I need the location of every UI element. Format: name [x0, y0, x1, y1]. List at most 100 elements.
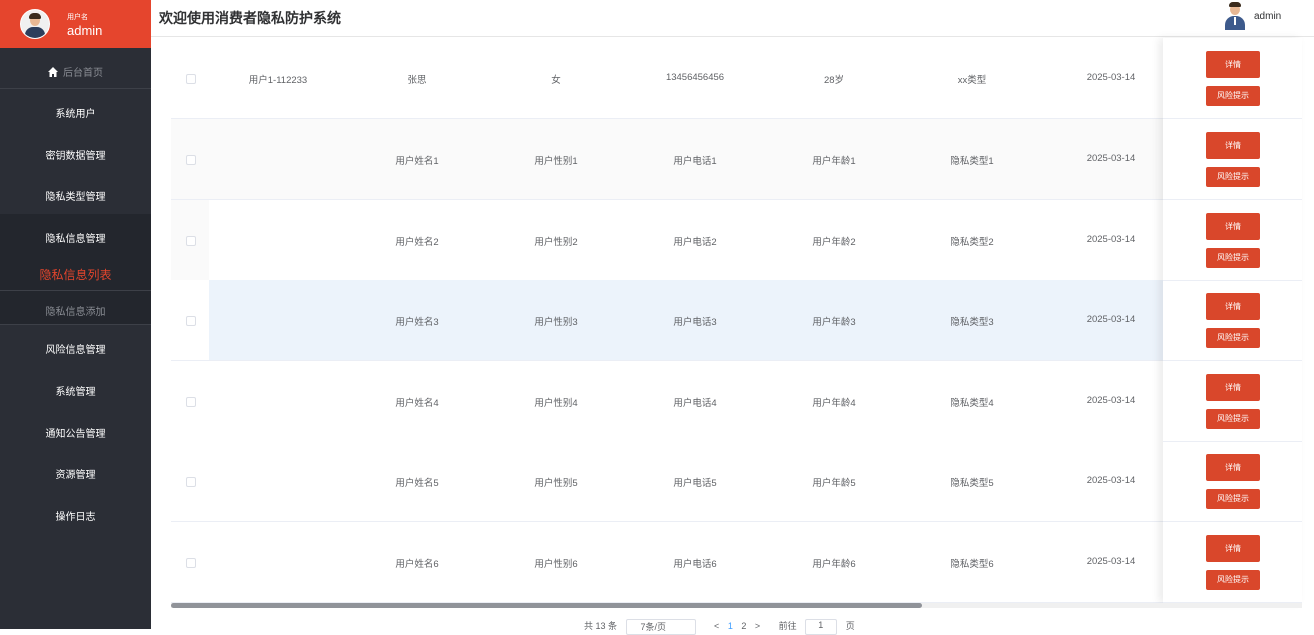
goto-label: 前往: [778, 621, 797, 632]
operations-cell: 详情 风险提示: [1163, 280, 1302, 361]
cell-age: 用户年龄2: [812, 237, 856, 248]
cell-gender: 用户性别4: [534, 398, 578, 409]
detail-button[interactable]: 详情: [1206, 454, 1260, 481]
table-row[interactable]: 用户姓名2 用户性别2 用户电话2 用户年龄2 隐私类型2 2025-03-14: [171, 200, 1302, 281]
operations-cell: 详情 风险提示: [1163, 361, 1302, 442]
sidebar-item-key-data[interactable]: 密钥数据管理: [0, 147, 151, 162]
detail-button[interactable]: 详情: [1206, 293, 1260, 320]
cell-type: 隐私类型6: [950, 559, 994, 570]
horizontal-scrollbar[interactable]: [171, 603, 1302, 608]
cell-type: 隐私类型2: [950, 237, 994, 248]
sidebar-item-notices[interactable]: 通知公告管理: [0, 425, 151, 440]
sidebar-item-operation-log[interactable]: 操作日志: [0, 508, 151, 523]
cell-date: 2025-03-14: [1086, 556, 1136, 567]
detail-button[interactable]: 详情: [1206, 213, 1260, 240]
risk-warning-button[interactable]: 风险提示: [1206, 570, 1260, 590]
table-row[interactable]: 用户姓名4 用户性别4 用户电话4 用户年龄4 隐私类型4 2025-03-14: [171, 361, 1302, 442]
sidebar-item-risk-info[interactable]: 风险信息管理: [0, 341, 151, 356]
row-checkbox[interactable]: [186, 477, 196, 487]
cell-name: 用户姓名2: [395, 237, 439, 248]
divider: [0, 88, 151, 89]
pagination: 共 13 条 7条/页 < 1 2 > 前往 1 页: [584, 619, 861, 635]
cell-type: 隐私类型4: [950, 398, 994, 409]
cell-age: 用户年龄6: [812, 559, 856, 570]
goto-page-input[interactable]: 1: [805, 619, 838, 635]
sidebar-item-privacy-types[interactable]: 隐私类型管理: [0, 188, 151, 203]
row-checkbox[interactable]: [186, 155, 196, 165]
cell-name: 张思: [407, 75, 427, 86]
sidebar: 用户名 admin 后台首页 系统用户 密钥数据管理 隐私类型管理 隐私信息管理…: [0, 0, 151, 629]
operations-cell: 详情 风险提示: [1163, 38, 1302, 119]
table-row[interactable]: 用户1-112233 张思 女 13456456456 28岁 xx类型 202…: [171, 38, 1302, 119]
row-checkbox[interactable]: [186, 558, 196, 568]
row-checkbox[interactable]: [186, 316, 196, 326]
operations-cell: 详情 风险提示: [1163, 441, 1302, 522]
prev-page-button[interactable]: <: [714, 621, 719, 631]
table-row[interactable]: 用户姓名6 用户性别6 用户电话6 用户年龄6 隐私类型6 2025-03-14: [171, 522, 1302, 603]
sidebar-item-home[interactable]: 后台首页: [0, 64, 151, 79]
cell-type: 隐私类型1: [950, 156, 994, 167]
detail-button[interactable]: 详情: [1206, 535, 1260, 562]
cell-name: 用户姓名4: [395, 398, 439, 409]
operations-cell: 详情 风险提示: [1163, 522, 1302, 603]
table-row[interactable]: 用户姓名1 用户性别1 用户电话1 用户年龄1 隐私类型1 2025-03-14: [171, 119, 1302, 200]
row-checkbox[interactable]: [186, 236, 196, 246]
header-avatar[interactable]: [1224, 2, 1246, 30]
operations-column: 详情 风险提示 详情 风险提示 详情 风险提示 详情 风险提示 详情 风险提示 …: [1163, 38, 1302, 603]
cell-name: 用户姓名1: [395, 156, 439, 167]
scrollbar-thumb[interactable]: [171, 603, 922, 608]
page-number-1[interactable]: 1: [728, 621, 733, 631]
cell-gender: 用户性别2: [534, 237, 578, 248]
sidebar-item-privacy-add[interactable]: 隐私信息添加: [0, 303, 151, 318]
risk-warning-button[interactable]: 风险提示: [1206, 489, 1260, 509]
table-row[interactable]: 用户姓名3 用户性别3 用户电话3 用户年龄3 隐私类型3 2025-03-14: [171, 280, 1302, 361]
risk-warning-button[interactable]: 风险提示: [1206, 167, 1260, 187]
detail-button[interactable]: 详情: [1206, 374, 1260, 401]
user-profile-box: 用户名 admin: [0, 0, 151, 48]
sidebar-item-privacy-info[interactable]: 隐私信息管理: [0, 230, 151, 245]
page-title: 欢迎使用消费者隐私防护系统: [159, 10, 341, 26]
cell-age: 28岁: [823, 75, 845, 86]
detail-button[interactable]: 详情: [1206, 51, 1260, 78]
sidebar-item-label: 后台首页: [63, 68, 103, 79]
sidebar-item-resources[interactable]: 资源管理: [0, 466, 151, 481]
cell-type: 隐私类型3: [950, 317, 994, 328]
cell-age: 用户年龄4: [812, 398, 856, 409]
cell-account: 用户1-112233: [248, 75, 308, 86]
avatar[interactable]: [20, 9, 50, 39]
cell-phone: 用户电话1: [673, 156, 717, 167]
page-number-2[interactable]: 2: [741, 621, 746, 631]
risk-warning-button[interactable]: 风险提示: [1206, 248, 1260, 268]
sidebar-item-system-manage[interactable]: 系统管理: [0, 383, 151, 398]
operations-cell: 详情 风险提示: [1163, 200, 1302, 281]
page-size-select[interactable]: 7条/页: [625, 619, 696, 635]
cell-phone: 用户电话2: [673, 237, 717, 248]
cell-gender: 女: [551, 75, 561, 86]
cell-type: xx类型: [957, 75, 987, 86]
risk-warning-button[interactable]: 风险提示: [1206, 328, 1260, 348]
divider: [0, 324, 151, 325]
cell-phone: 用户电话6: [673, 559, 717, 570]
cell-gender: 用户性别5: [534, 478, 578, 489]
page-size-value: 7条/页: [640, 622, 667, 632]
table-row[interactable]: 用户姓名5 用户性别5 用户电话5 用户年龄5 隐私类型5 2025-03-14: [171, 441, 1302, 522]
row-checkbox[interactable]: [186, 74, 196, 84]
next-page-button[interactable]: >: [755, 621, 760, 631]
risk-warning-button[interactable]: 风险提示: [1206, 409, 1260, 429]
detail-button[interactable]: 详情: [1206, 132, 1260, 159]
cell-date: 2025-03-14: [1086, 395, 1136, 406]
risk-warning-button[interactable]: 风险提示: [1206, 86, 1260, 106]
row-checkbox[interactable]: [186, 397, 196, 407]
sidebar-item-privacy-list[interactable]: 隐私信息列表: [0, 266, 151, 283]
cell-gender: 用户性别3: [534, 317, 578, 328]
home-icon: [48, 67, 58, 77]
cell-gender: 用户性别6: [534, 559, 578, 570]
cell-age: 用户年龄1: [812, 156, 856, 167]
cell-date: 2025-03-14: [1086, 72, 1136, 83]
header-username[interactable]: admin: [1254, 11, 1281, 22]
cell-date: 2025-03-14: [1086, 314, 1136, 325]
sidebar-item-system-users[interactable]: 系统用户: [0, 105, 151, 120]
data-table: 用户1-112233 张思 女 13456456456 28岁 xx类型 202…: [171, 38, 1302, 603]
user-caption: 用户名: [67, 14, 88, 21]
cell-date: 2025-03-14: [1086, 475, 1136, 486]
